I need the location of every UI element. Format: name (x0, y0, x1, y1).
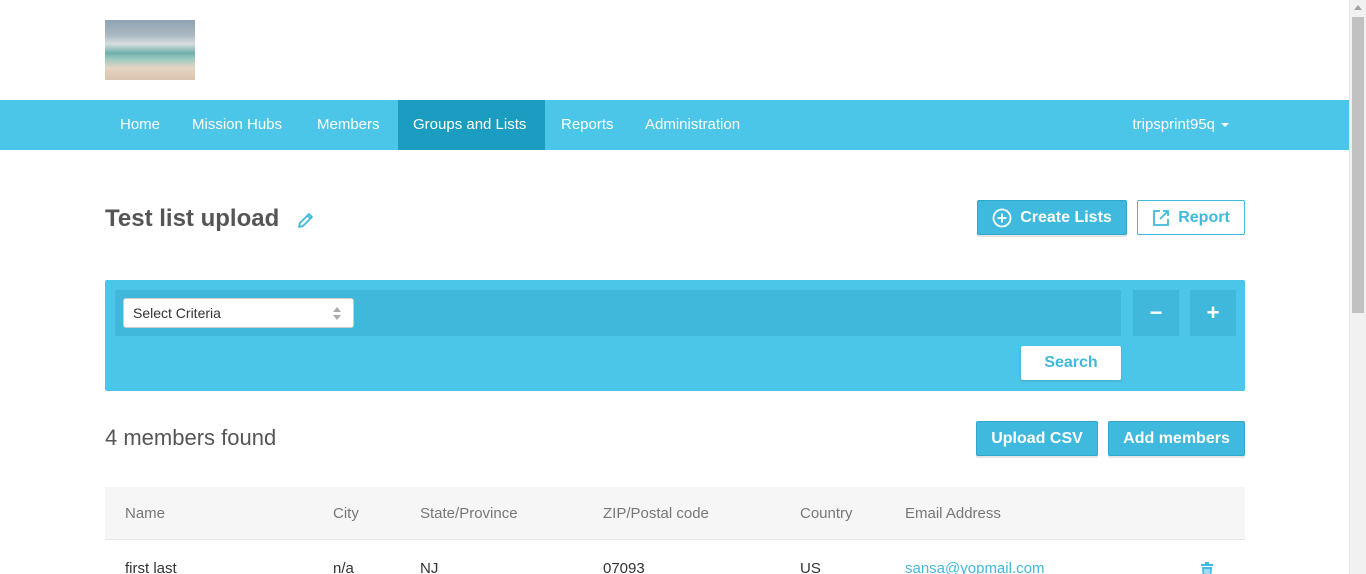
scroll-up-icon[interactable] (1354, 5, 1362, 10)
plus-circle-icon (992, 208, 1012, 227)
cell-state: NJ (420, 560, 439, 574)
add-members-button[interactable]: Add members (1108, 421, 1245, 456)
nav-reports[interactable]: Reports (546, 100, 629, 150)
criteria-select-value: Select Criteria (133, 305, 221, 321)
page-title: Test list upload (105, 205, 280, 232)
members-table: Name City State/Province ZIP/Postal code… (105, 487, 1245, 574)
cell-email-link[interactable]: sansa@yopmail.com (905, 560, 1044, 574)
external-link-icon (1153, 209, 1170, 226)
column-header-zip[interactable]: ZIP/Postal code (603, 487, 709, 540)
vertical-scrollbar[interactable] (1349, 0, 1366, 574)
results-count: 4 members found (105, 425, 277, 450)
add-criteria-button[interactable]: + (1190, 290, 1236, 336)
column-header-state[interactable]: State/Province (420, 487, 518, 540)
report-label: Report (1178, 208, 1230, 226)
column-header-name[interactable]: Name (125, 487, 165, 540)
username-label: tripsprint95q (1132, 116, 1215, 133)
table-header: Name City State/Province ZIP/Postal code… (105, 487, 1245, 540)
create-lists-button[interactable]: Create Lists (977, 200, 1127, 235)
nav-home[interactable]: Home (105, 100, 175, 150)
report-button[interactable]: Report (1137, 200, 1245, 235)
cell-country: US (800, 560, 821, 574)
scrollbar-thumb[interactable] (1352, 17, 1364, 313)
upload-csv-button[interactable]: Upload CSV (976, 421, 1098, 456)
main-navbar: Home Mission Hubs Members Groups and Lis… (0, 100, 1349, 150)
caret-down-icon (1221, 123, 1229, 128)
trash-icon[interactable] (1200, 562, 1214, 574)
site-logo[interactable] (105, 20, 195, 80)
criteria-row: Select Criteria (115, 290, 1121, 336)
remove-criteria-button[interactable]: − (1133, 290, 1179, 336)
cell-city: n/a (333, 560, 354, 574)
cell-zip: 07093 (603, 560, 645, 574)
user-menu[interactable]: tripsprint95q (1132, 100, 1229, 150)
cell-name: first last (125, 560, 177, 574)
create-lists-label: Create Lists (1020, 208, 1112, 226)
filter-panel: Select Criteria − + Search (105, 280, 1245, 391)
column-header-city[interactable]: City (333, 487, 359, 540)
column-header-country[interactable]: Country (800, 487, 853, 540)
nav-members[interactable]: Members (302, 100, 395, 150)
nav-mission-hubs[interactable]: Mission Hubs (177, 100, 297, 150)
column-header-email[interactable]: Email Address (905, 487, 1001, 540)
nav-administration[interactable]: Administration (630, 100, 755, 150)
criteria-select[interactable]: Select Criteria (123, 298, 354, 328)
search-button[interactable]: Search (1021, 346, 1121, 380)
table-row: first last n/a NJ 07093 US sansa@yopmail… (105, 540, 1245, 574)
nav-groups-and-lists[interactable]: Groups and Lists (398, 100, 545, 150)
select-arrows-icon (333, 307, 341, 321)
pencil-icon[interactable] (296, 210, 316, 230)
